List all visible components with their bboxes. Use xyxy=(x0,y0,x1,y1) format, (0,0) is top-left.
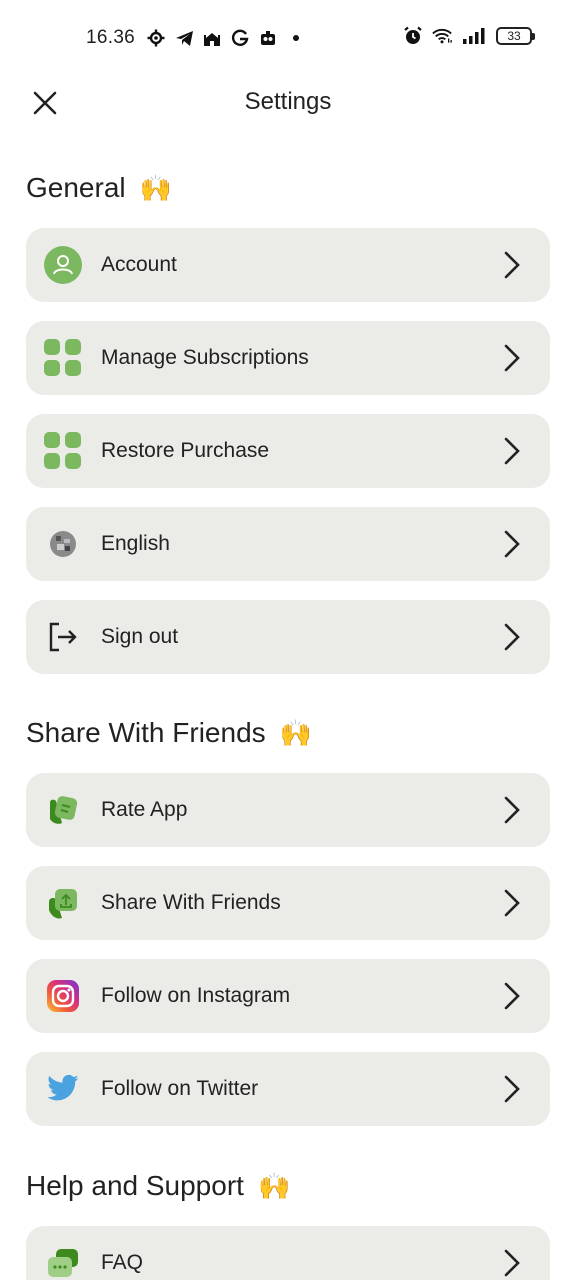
google-icon xyxy=(230,28,250,48)
settings-row-language[interactable]: English xyxy=(26,507,550,581)
row-label: English xyxy=(101,532,170,555)
faq-icon xyxy=(43,1243,83,1280)
chevron-right-icon xyxy=(500,1074,524,1104)
chevron-right-icon xyxy=(500,343,524,373)
raising-hands-emoji: 🙌 xyxy=(257,1171,291,1201)
row-label: Sign out xyxy=(101,625,179,648)
notification-icons xyxy=(146,28,306,48)
app-notification-icon xyxy=(258,28,278,48)
row-label: Manage Subscriptions xyxy=(101,346,309,369)
section-title-text: Help and Support xyxy=(26,1170,244,1201)
chevron-right-icon xyxy=(500,888,524,918)
row-label: Share With Friends xyxy=(101,891,281,914)
language-icon xyxy=(43,524,83,564)
raising-hands-emoji: 🙌 xyxy=(139,173,172,203)
status-bar: 16.36 33 xyxy=(0,0,576,78)
account-icon xyxy=(43,245,83,285)
settings-row-faq[interactable]: FAQ xyxy=(26,1226,550,1280)
section-title-general: General 🙌 xyxy=(26,172,172,204)
top-bar: Settings xyxy=(0,78,576,128)
chevron-right-icon xyxy=(500,250,524,280)
status-time: 16.36 xyxy=(86,27,136,48)
grid-icon xyxy=(43,431,83,471)
section-title-text: Share With Friends xyxy=(26,717,266,748)
settings-row-share-with-friends[interactable]: Share With Friends xyxy=(26,866,550,940)
share-icon xyxy=(43,883,83,923)
chevron-right-icon xyxy=(500,436,524,466)
telegram-icon xyxy=(174,28,194,48)
row-label: Restore Purchase xyxy=(101,439,270,462)
wifi-icon xyxy=(432,26,452,46)
settings-row-follow-instagram[interactable]: Follow on Instagram xyxy=(26,959,550,1033)
row-label: Rate App xyxy=(101,798,188,821)
page-title: Settings xyxy=(244,88,332,115)
instagram-icon xyxy=(43,976,83,1016)
mosque-icon xyxy=(202,28,222,48)
chevron-right-icon xyxy=(500,981,524,1011)
settings-row-manage-subscriptions[interactable]: Manage Subscriptions xyxy=(26,321,550,395)
settings-row-account[interactable]: Account xyxy=(26,228,550,302)
settings-row-rate-app[interactable]: Rate App xyxy=(26,773,550,847)
section-title-help: Help and Support 🙌 xyxy=(26,1170,290,1202)
settings-row-follow-twitter[interactable]: Follow on Twitter xyxy=(26,1052,550,1126)
battery-indicator: 33 xyxy=(496,27,535,45)
chevron-right-icon xyxy=(500,622,524,652)
row-label: Account xyxy=(101,253,177,276)
settings-row-restore-purchase[interactable]: Restore Purchase xyxy=(26,414,550,488)
alarm-icon xyxy=(403,26,423,46)
system-icons: 33 xyxy=(403,26,535,46)
settings-notification-icon xyxy=(146,28,166,48)
row-label: FAQ xyxy=(101,1251,144,1274)
rate-icon xyxy=(43,790,83,830)
settings-row-sign-out[interactable]: Sign out xyxy=(26,600,550,674)
grid-icon xyxy=(43,338,83,378)
chevron-right-icon xyxy=(500,529,524,559)
section-title-share: Share With Friends 🙌 xyxy=(26,717,312,749)
row-label: Follow on Twitter xyxy=(101,1077,259,1100)
chevron-right-icon xyxy=(500,1248,524,1278)
row-label: Follow on Instagram xyxy=(101,984,291,1007)
section-title-text: General xyxy=(26,172,126,203)
dot-icon xyxy=(286,28,306,48)
twitter-icon xyxy=(43,1069,83,1109)
chevron-right-icon xyxy=(500,795,524,825)
raising-hands-emoji: 🙌 xyxy=(279,718,313,748)
sign-out-icon xyxy=(43,617,83,657)
signal-icon xyxy=(461,26,487,46)
